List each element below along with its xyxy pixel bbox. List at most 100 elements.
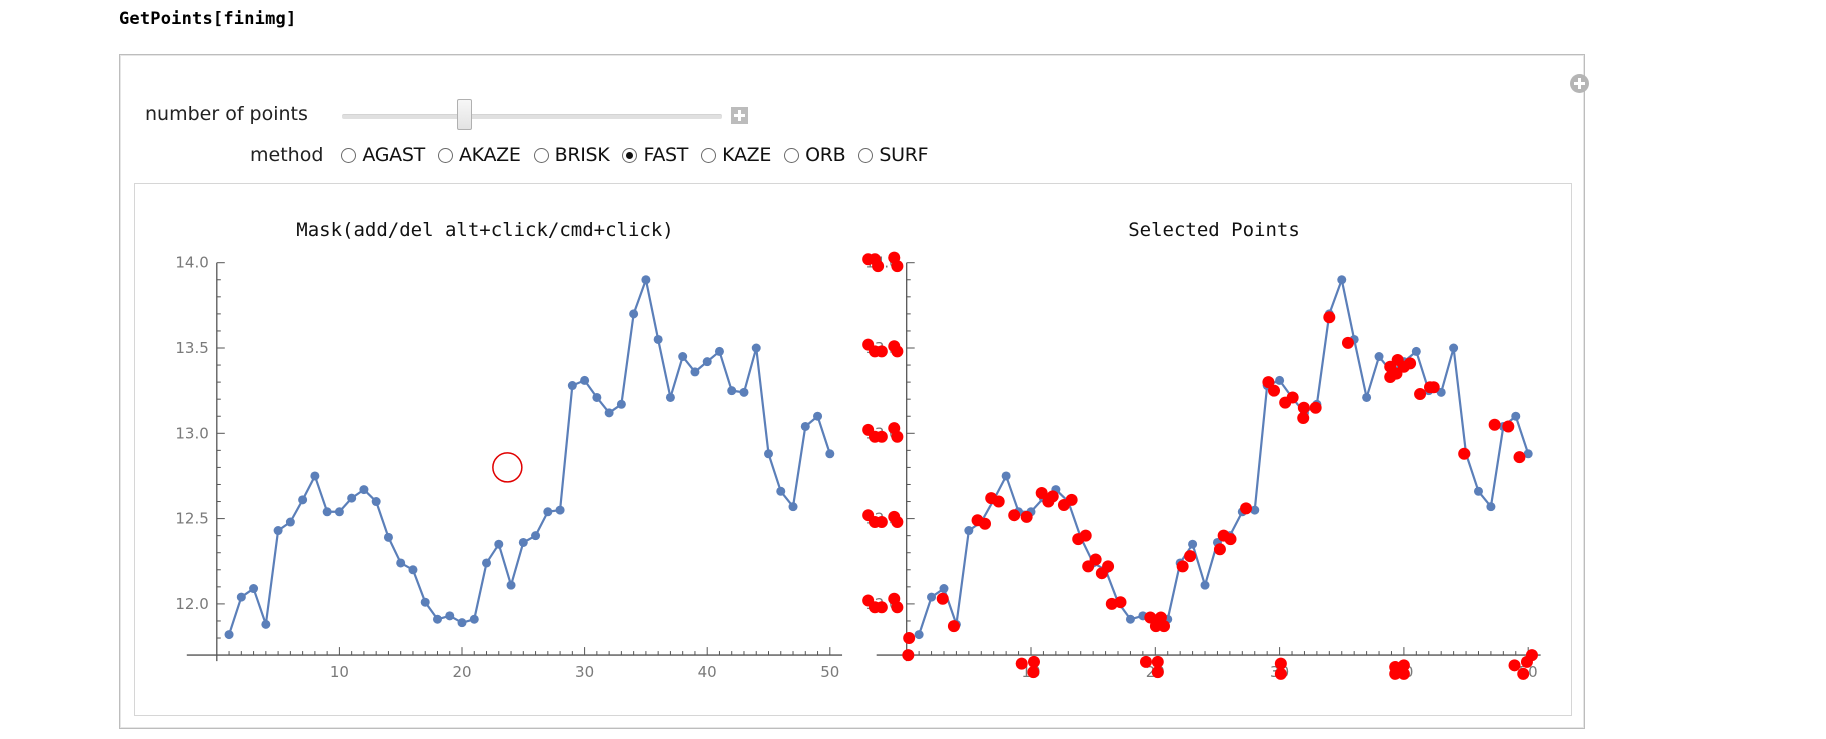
selected-point	[1404, 357, 1417, 370]
data-point	[1473, 486, 1483, 496]
data-point	[776, 486, 786, 496]
selected-point	[891, 516, 904, 529]
data-point	[1511, 411, 1521, 421]
data-point	[285, 517, 295, 527]
x-tick-label: 10	[330, 663, 349, 681]
selected-point	[1102, 560, 1115, 573]
data-point	[678, 352, 688, 362]
selected-point	[1488, 418, 1501, 431]
selected-point	[1274, 657, 1287, 670]
data-point	[1337, 275, 1347, 285]
selected-point	[1114, 596, 1127, 609]
selected-point	[875, 430, 888, 443]
x-tick-label: 40	[698, 663, 717, 681]
data-point	[518, 537, 528, 547]
data-point	[494, 539, 504, 549]
data-point	[641, 275, 651, 285]
selected-point	[936, 592, 949, 605]
data-point	[396, 558, 406, 568]
data-point	[310, 471, 320, 481]
data-point	[592, 392, 602, 402]
data-point	[629, 309, 639, 319]
selected-point	[891, 260, 904, 273]
data-point	[1374, 352, 1384, 362]
data-point	[224, 630, 234, 640]
selected-point	[1079, 529, 1092, 542]
data-point	[543, 507, 553, 517]
data-point	[506, 580, 516, 590]
selected-point	[992, 495, 1005, 508]
data-point	[445, 611, 455, 621]
data-point	[1411, 346, 1421, 356]
mask-plot[interactable]: Mask(add/del alt+click/cmd+click) 10 20 30…	[175, 219, 843, 681]
selected-point	[1065, 493, 1078, 506]
data-point	[580, 375, 590, 385]
selected-point	[1286, 391, 1299, 404]
selected-point	[875, 516, 888, 529]
selected-point	[1151, 655, 1164, 668]
x-tick-label: 20	[452, 663, 471, 681]
selected-point	[1508, 659, 1521, 672]
selected-point	[1297, 411, 1310, 424]
selected-point	[902, 649, 915, 662]
selected-point	[1184, 550, 1197, 563]
selected-point	[1458, 447, 1471, 460]
data-point	[1449, 343, 1459, 353]
selected-point	[891, 601, 904, 614]
data-point	[964, 526, 974, 536]
data-point	[457, 618, 467, 628]
selected-point	[1089, 553, 1102, 566]
selected-point	[1027, 666, 1040, 679]
y-tick-label: 14.0	[175, 254, 208, 272]
selected-point	[1139, 655, 1152, 668]
selected-point	[1341, 336, 1354, 349]
data-point	[739, 387, 749, 397]
selected-point	[1414, 388, 1427, 401]
data-point	[653, 334, 663, 344]
data-point	[236, 592, 246, 602]
data-point	[927, 592, 937, 602]
selected-points-plot-title: Selected Points	[1128, 219, 1300, 241]
selected-points-plot: Selected Points 102030405012.012.513.013…	[862, 219, 1541, 681]
data-point	[322, 507, 332, 517]
selected-point	[1323, 311, 1336, 324]
mask-circle[interactable]	[492, 452, 523, 483]
data-point	[555, 505, 565, 515]
data-point	[1200, 580, 1210, 590]
data-point	[727, 386, 737, 396]
selected-point	[1213, 543, 1226, 556]
selected-point	[1517, 667, 1530, 680]
selected-point	[1268, 384, 1281, 397]
data-point	[432, 614, 442, 624]
data-point	[604, 408, 614, 418]
selected-point	[979, 517, 992, 530]
selected-point	[1224, 533, 1237, 546]
data-point	[334, 507, 344, 517]
data-point	[914, 630, 924, 640]
selected-point	[872, 260, 885, 273]
x-tick-label: 30	[575, 663, 594, 681]
data-point	[347, 493, 357, 503]
selected-point	[1525, 649, 1538, 662]
data-point	[567, 381, 577, 391]
data-point	[408, 565, 418, 575]
x-tick-label: 50	[820, 663, 839, 681]
data-point	[261, 619, 271, 629]
plots[interactable]: Mask(add/del alt+click/cmd+click) 10 20 30…	[0, 0, 1826, 739]
selected-point	[1274, 667, 1287, 680]
selected-point	[875, 345, 888, 358]
data-point	[1486, 502, 1496, 512]
data-point	[800, 421, 810, 431]
selected-point	[1158, 620, 1171, 633]
selected-point	[1027, 655, 1040, 668]
data-point	[788, 502, 798, 512]
selected-point	[1297, 401, 1310, 414]
selected-point	[1020, 510, 1033, 523]
data-point	[1362, 392, 1372, 402]
selected-point	[1240, 502, 1253, 515]
data-point	[531, 531, 541, 541]
data-point	[1275, 375, 1285, 385]
selected-point	[947, 620, 960, 633]
data-point	[690, 367, 700, 377]
selected-point	[1015, 657, 1028, 670]
